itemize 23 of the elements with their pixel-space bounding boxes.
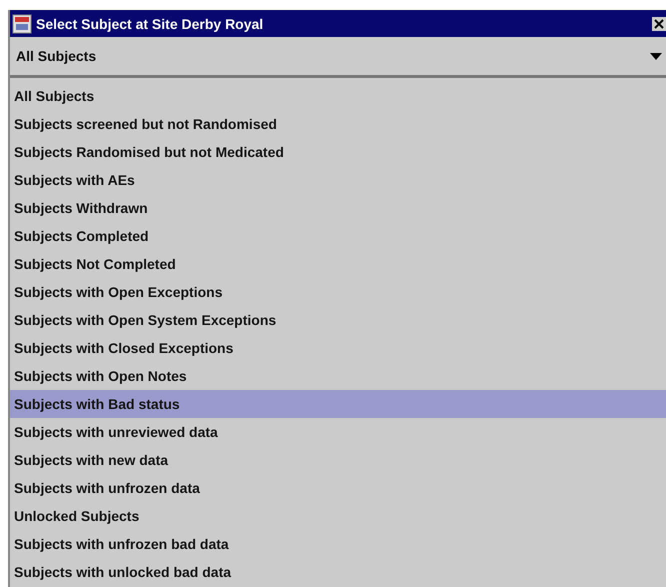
- list-item[interactable]: Subjects with unfrozen data: [10, 474, 666, 502]
- list-item[interactable]: Subjects Completed: [10, 222, 666, 250]
- list-item[interactable]: Subjects with Closed Exceptions: [10, 334, 666, 362]
- list-item[interactable]: Subjects Withdrawn: [10, 194, 666, 222]
- list-item[interactable]: Subjects with unlocked bad data: [10, 558, 666, 586]
- dropdown-arrow-icon: [650, 52, 662, 60]
- filter-dropdown[interactable]: All Subjects: [10, 37, 666, 78]
- list-item[interactable]: Subjects Not Completed: [10, 250, 666, 278]
- list-item[interactable]: Subjects with Bad status: [10, 390, 666, 418]
- list-item[interactable]: Subjects with unreviewed data: [10, 418, 666, 446]
- list-item[interactable]: Subjects screened but not Randomised: [10, 110, 666, 138]
- list-item[interactable]: Subjects with Open System Exceptions: [10, 306, 666, 334]
- list-item[interactable]: Subjects Randomised but not Medicated: [10, 138, 666, 166]
- list-item[interactable]: Subjects with Open Exceptions: [10, 278, 666, 306]
- list-item[interactable]: Unlocked Subjects: [10, 502, 666, 530]
- list-item[interactable]: Subjects with new data: [10, 446, 666, 474]
- list-item[interactable]: Subjects with Open Notes: [10, 362, 666, 390]
- list-item[interactable]: All Subjects: [10, 82, 666, 110]
- window-title: Select Subject at Site Derby Royal: [36, 16, 264, 32]
- app-icon: [12, 14, 32, 34]
- list-item[interactable]: Subjects with unfrozen bad data: [10, 530, 666, 558]
- close-icon[interactable]: [652, 16, 666, 30]
- list-item[interactable]: Subjects with AEs: [10, 166, 666, 194]
